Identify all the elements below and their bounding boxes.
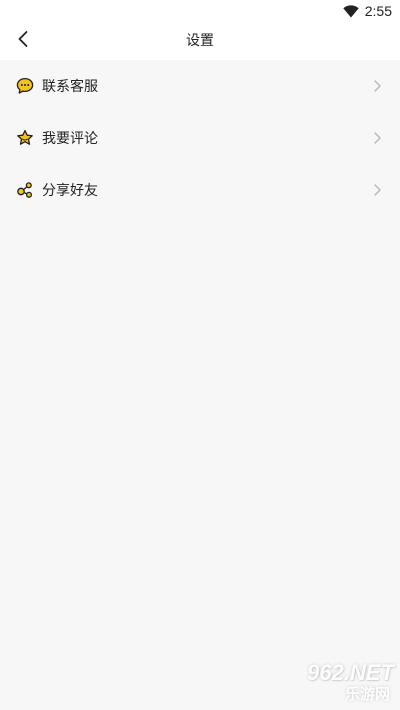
chevron-right-icon bbox=[372, 131, 382, 145]
star-icon bbox=[16, 129, 34, 147]
status-indicators: 2:55 bbox=[343, 2, 392, 20]
share-icon bbox=[16, 181, 34, 199]
chevron-right-icon bbox=[372, 183, 382, 197]
settings-item-contact-support[interactable]: 联系客服 bbox=[0, 60, 400, 112]
back-button[interactable] bbox=[8, 26, 38, 56]
status-bar: 2:55 bbox=[0, 0, 400, 22]
status-time: 2:55 bbox=[364, 3, 392, 19]
page-title: 设置 bbox=[186, 33, 214, 49]
settings-item-label: 联系客服 bbox=[42, 79, 98, 95]
settings-list: 联系客服 我要评论 分享好友 bbox=[0, 60, 400, 216]
watermark-bottom-text: 乐游网 bbox=[344, 685, 390, 703]
wifi-icon bbox=[343, 4, 359, 18]
settings-item-share-friends[interactable]: 分享好友 bbox=[0, 164, 400, 216]
chat-bubble-icon bbox=[16, 77, 34, 95]
settings-item-label: 我要评论 bbox=[42, 131, 98, 147]
watermark-top-text: 962.NET bbox=[307, 660, 394, 685]
settings-item-write-review[interactable]: 我要评论 bbox=[0, 112, 400, 164]
app-header: 设置 bbox=[0, 22, 400, 60]
back-arrow-icon bbox=[17, 30, 29, 52]
chevron-right-icon bbox=[372, 79, 382, 93]
watermark-logo: 962.NET 乐游网 bbox=[254, 660, 394, 704]
settings-item-label: 分享好友 bbox=[42, 183, 98, 199]
